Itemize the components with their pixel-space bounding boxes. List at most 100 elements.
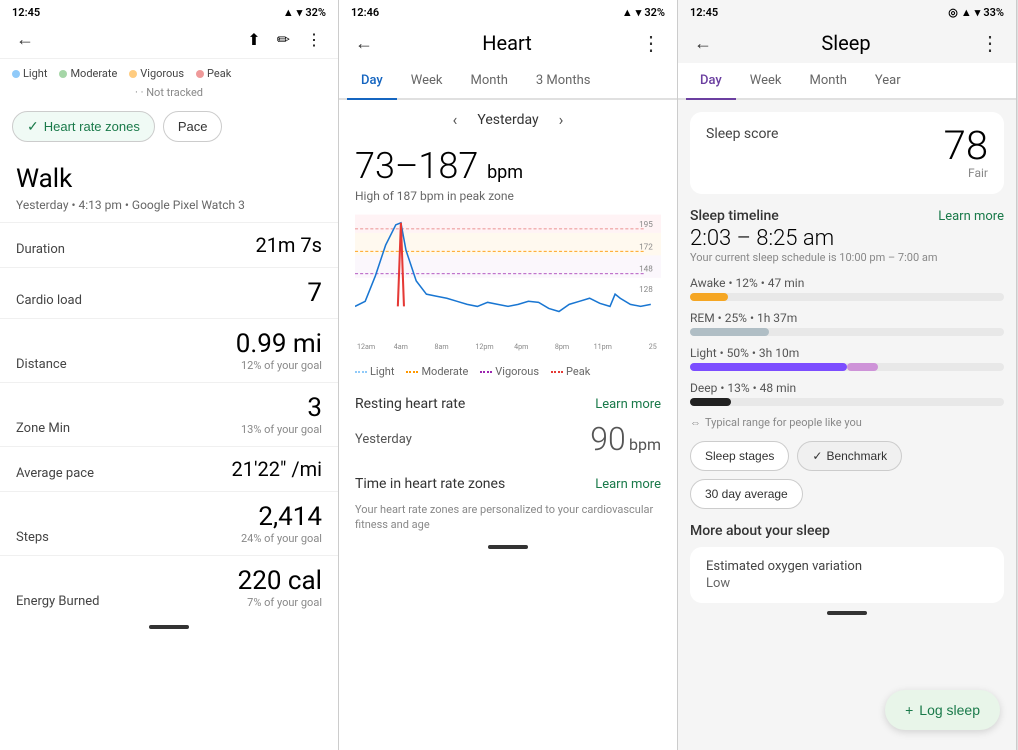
svg-text:8am: 8am <box>435 342 449 351</box>
location-icon: ◎ <box>948 6 958 19</box>
oxygen-variation-val: Low <box>706 576 988 591</box>
time-3: 12:45 <box>690 6 718 19</box>
heart-chart-svg: 195 172 148 128 12am 4am 8am 12pm 4pm 8p… <box>355 211 661 361</box>
pace-btn-label: Pace <box>178 119 208 134</box>
cl-vig-dash <box>480 371 492 373</box>
tab-day-sleep[interactable]: Day <box>686 63 736 100</box>
tab-day-heart[interactable]: Day <box>347 63 397 100</box>
svg-text:11pm: 11pm <box>594 342 612 351</box>
stat-duration-label: Duration <box>16 242 65 257</box>
back-button-3[interactable]: ← <box>694 33 712 54</box>
tab-week-sleep[interactable]: Week <box>736 63 796 100</box>
sleep-score-label: Sleep score <box>706 126 778 142</box>
stat-cardio-label: Cardio load <box>16 293 82 308</box>
prev-date-button[interactable]: ‹ <box>453 110 458 129</box>
stat-zone-value: 3 13% of your goal <box>241 393 322 436</box>
tab-month-heart[interactable]: Month <box>457 63 522 100</box>
timeline-learn-more[interactable]: Learn more <box>938 209 1004 224</box>
back-button-2[interactable]: ← <box>355 33 373 54</box>
stat-steps-value: 2,414 24% of your goal <box>241 502 322 545</box>
svg-text:195: 195 <box>639 219 653 229</box>
cl-peak: Peak <box>551 365 590 378</box>
resting-bpm-row: Yesterday 90 bpm <box>339 416 677 466</box>
heart-chart: 195 172 148 128 12am 4am 8am 12pm 4pm 8p… <box>339 211 677 361</box>
cl-peak-label: Peak <box>566 365 590 378</box>
time-1: 12:45 <box>12 6 40 19</box>
p2-nav-header: ← Heart ⋮ <box>339 23 677 63</box>
log-sleep-button[interactable]: + Log sleep <box>885 690 1000 730</box>
stat-zone-min: Zone Min 3 13% of your goal <box>0 382 338 446</box>
legend-peak: Peak <box>196 67 231 80</box>
zones-learn-more[interactable]: Learn more <box>595 477 661 492</box>
cl-peak-dash <box>551 371 563 373</box>
status-bar-3: 12:45 ◎ ▲ ▾ 33% <box>678 0 1016 23</box>
more-icon[interactable]: ⋮ <box>306 30 322 49</box>
benchmark-check: ✓ <box>812 449 822 463</box>
resting-learn-more[interactable]: Learn more <box>595 397 661 412</box>
resting-bpm-value: 90 <box>590 420 626 458</box>
heart-rate-zones-button[interactable]: ✓ Heart rate zones <box>12 111 155 142</box>
sleep-stages-btn[interactable]: Sleep stages <box>690 441 789 471</box>
p1-action-icons: ⬆ ✏ ⋮ <box>247 30 322 49</box>
date-navigation: ‹ Yesterday › <box>339 100 677 139</box>
more-sleep-title: More about your sleep <box>678 515 1016 543</box>
benchmark-btn[interactable]: ✓ Benchmark <box>797 441 902 471</box>
tab-month-sleep[interactable]: Month <box>796 63 861 100</box>
zone-legend: Light Moderate Vigorous Peak · · Not tra… <box>0 59 338 105</box>
stage-awake-fill <box>690 293 728 301</box>
heart-tabs: Day Week Month 3 Months <box>339 63 677 100</box>
typical-range-note: ⇔ Typical range for people like you <box>678 412 1016 435</box>
status-bar-2: 12:46 ▲ ▾ 32% <box>339 0 677 23</box>
stage-light-range <box>847 363 878 371</box>
oxygen-variation-title: Estimated oxygen variation <box>706 559 988 574</box>
stage-light-bar <box>690 363 1004 371</box>
next-date-button[interactable]: › <box>559 110 564 129</box>
stat-zone-label: Zone Min <box>16 421 70 436</box>
stage-light-fill <box>690 363 847 371</box>
cl-vigorous-label: Vigorous <box>495 365 539 378</box>
edit-icon[interactable]: ✏ <box>277 30 290 49</box>
not-tracked-label: · · Not tracked <box>12 86 326 101</box>
sleep-tabs: Day Week Month Year <box>678 63 1016 100</box>
resting-bpm-unit: bpm <box>629 435 661 454</box>
cl-vigorous: Vigorous <box>480 365 539 378</box>
wifi-icon-3: ▾ <box>975 6 981 19</box>
sleep-score-row: Sleep score 78 Fair <box>706 126 988 180</box>
30-day-avg-btn[interactable]: 30 day average <box>690 479 803 509</box>
stat-distance: Distance 0.99 mi 12% of your goal <box>0 318 338 382</box>
tab-3months-heart[interactable]: 3 Months <box>522 63 605 100</box>
pace-button[interactable]: Pace <box>163 111 223 142</box>
stage-deep-bar <box>690 398 1004 406</box>
vigorous-dot <box>129 70 137 78</box>
panel-walk: 12:45 ▲ ▾ 32% ← ⬆ ✏ ⋮ Light Moderate Vig… <box>0 0 339 750</box>
sleep-schedule-note: Your current sleep schedule is 10:00 pm … <box>678 251 1016 272</box>
stat-cardio: Cardio load 7 <box>0 267 338 318</box>
tab-year-sleep[interactable]: Year <box>861 63 915 100</box>
resting-hr-section: Resting heart rate Learn more <box>339 386 677 416</box>
stat-energy-value: 220 cal 7% of your goal <box>238 566 322 609</box>
duration-main: 21m 7s <box>255 233 322 257</box>
zones-note: Your heart rate zones are personalized t… <box>339 496 677 539</box>
energy-sub: 7% of your goal <box>238 596 322 609</box>
p1-nav-header: ← ⬆ ✏ ⋮ <box>0 23 338 59</box>
legend-peak-label: Peak <box>207 67 231 80</box>
back-button[interactable]: ← <box>16 29 34 50</box>
stage-light: Light • 50% • 3h 10m <box>678 342 1016 377</box>
zone-buttons-row: ✓ Heart rate zones Pace <box>0 105 338 152</box>
more-icon-3[interactable]: ⋮ <box>980 31 1000 55</box>
resting-title: Resting heart rate <box>355 396 465 412</box>
more-icon-2[interactable]: ⋮ <box>641 31 661 55</box>
stage-deep-label: Deep • 13% • 48 min <box>690 381 1004 395</box>
tab-week-heart[interactable]: Week <box>397 63 457 100</box>
time-2: 12:46 <box>351 6 379 19</box>
legend-vigorous-label: Vigorous <box>140 67 184 80</box>
svg-text:172: 172 <box>639 241 653 251</box>
stat-energy-label: Energy Burned <box>16 594 100 609</box>
sleep-score-number: 78 <box>944 126 988 166</box>
signal-icon: ▲ <box>283 6 294 19</box>
share-icon[interactable]: ⬆ <box>247 30 260 49</box>
stage-awake-label: Awake • 12% • 47 min <box>690 276 1004 290</box>
svg-text:4am: 4am <box>394 342 408 351</box>
svg-text:25: 25 <box>649 342 657 351</box>
svg-text:4pm: 4pm <box>514 342 528 351</box>
